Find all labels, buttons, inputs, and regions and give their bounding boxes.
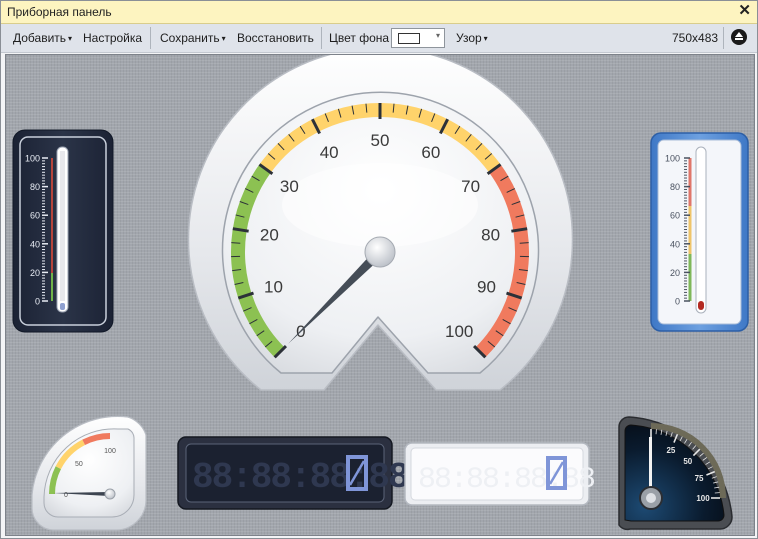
thermometer_left-label: 80	[30, 182, 40, 192]
title-bar: Приборная панель ✕	[1, 1, 757, 24]
lcd-dark-inactive-digits: 88:88:88:88	[192, 457, 408, 498]
lcd-light-inactive-digits: 88:88:88:88	[418, 463, 595, 497]
save-menu-button[interactable]: Сохранить ▾	[160, 31, 226, 45]
black-gauge-label: 100	[696, 494, 710, 503]
main-gauge-label: 40	[320, 143, 339, 162]
right-thermometer-bulb	[698, 301, 704, 310]
thermometer_right-label: 60	[670, 211, 680, 221]
dashboard-canvas: 0 10 20 30 40 50 60 70 80 90 100 100 80 60 40 20 0	[5, 54, 755, 536]
thermometer_right-label: 80	[670, 182, 680, 192]
add-menu-button[interactable]: Добавить ▾	[13, 31, 72, 45]
toolbar-divider	[150, 27, 151, 49]
main-gauge-label: 10	[264, 278, 283, 297]
main-gauge-label: 90	[477, 278, 496, 297]
black-gauge: 25 5075 100	[618, 416, 733, 531]
right-thermometer: 100 80 60 40 20 0	[650, 132, 749, 332]
chevron-down-icon: ▾	[483, 34, 488, 43]
main-gauge: 0102030405060708090100	[187, 55, 574, 391]
close-icon[interactable]: ✕	[738, 3, 751, 19]
left-thermometer-bulb	[60, 303, 65, 310]
black-gauge-label: 25	[666, 446, 675, 455]
pattern-menu-button[interactable]: Узор ▾	[456, 31, 488, 45]
gauges-layer: 0 10 20 30 40 50 60 70 80 90 100 100 80 60 40 20 0	[12, 55, 749, 531]
save-menu-label: Сохранить	[160, 31, 220, 45]
thermometer_right-label: 40	[670, 239, 680, 249]
pattern-menu-label: Узор	[456, 31, 482, 45]
main-gauge-label: 50	[371, 131, 390, 150]
lcd-light: 88:88:88:88	[404, 442, 597, 506]
thermometer_right-label: 0	[675, 297, 680, 307]
main-gauge-minor-tick	[519, 242, 529, 244]
black-gauge-label: 75	[695, 474, 704, 483]
main-gauge-hub	[364, 236, 396, 268]
thermometer_left-label: 0	[35, 297, 40, 307]
thermometer_right-label: 100	[665, 154, 680, 164]
main-gauge-label: 70	[461, 177, 480, 196]
main-gauge-label: 20	[260, 225, 279, 244]
thermometer_left-label: 40	[30, 239, 40, 249]
main-gauge-glare	[282, 163, 478, 247]
main-gauge-label: 30	[280, 177, 299, 196]
small-gauge-label: 100	[104, 448, 116, 455]
main-gauge-label: 80	[481, 225, 500, 244]
left-thermometer: 100 80 60 40 20 0	[12, 129, 114, 333]
restore-button[interactable]: Восстановить	[237, 31, 314, 45]
eject-icon[interactable]	[731, 29, 747, 45]
toolbar-divider	[723, 27, 724, 49]
window-title: Приборная панель	[7, 5, 112, 19]
dashboard-window: Приборная панель ✕ Добавить ▾ Настройка С…	[0, 0, 758, 539]
small-gauge: 050100	[31, 415, 147, 531]
bgcolor-swatch	[398, 33, 420, 44]
thermometer_left-label: 60	[30, 211, 40, 221]
main-gauge-label: 100	[445, 322, 473, 341]
left-thermometer-track	[60, 151, 65, 301]
black-gauge-hub-cap	[646, 493, 656, 503]
canvas-size-readout: 750x483	[672, 31, 719, 45]
bgcolor-picker[interactable]: ▾	[391, 28, 445, 48]
thermometer_left-label: 20	[30, 268, 40, 278]
chevron-down-icon: ▾	[435, 31, 440, 40]
small-gauge-label: 50	[75, 461, 83, 468]
toolbar-divider	[321, 27, 322, 49]
main-gauge-minor-tick	[231, 242, 241, 244]
main-gauge-label: 60	[421, 143, 440, 162]
black-gauge-label: 50	[683, 457, 692, 466]
thermometer_right-label: 20	[670, 268, 680, 278]
small-gauge-hub	[104, 488, 116, 500]
chevron-down-icon: ▾	[221, 34, 226, 43]
bgcolor-label: Цвет фона	[329, 31, 390, 45]
thermometer_left-label: 100	[25, 154, 40, 164]
settings-button[interactable]: Настройка	[83, 31, 142, 45]
lcd-dark: 88:88:88:88	[177, 436, 410, 510]
right-thermometer-tube	[695, 146, 707, 314]
toolbar: Добавить ▾ Настройка Сохранить ▾ Восстанов…	[1, 24, 757, 53]
add-menu-label: Добавить	[13, 31, 67, 45]
chevron-down-icon: ▾	[68, 34, 73, 43]
